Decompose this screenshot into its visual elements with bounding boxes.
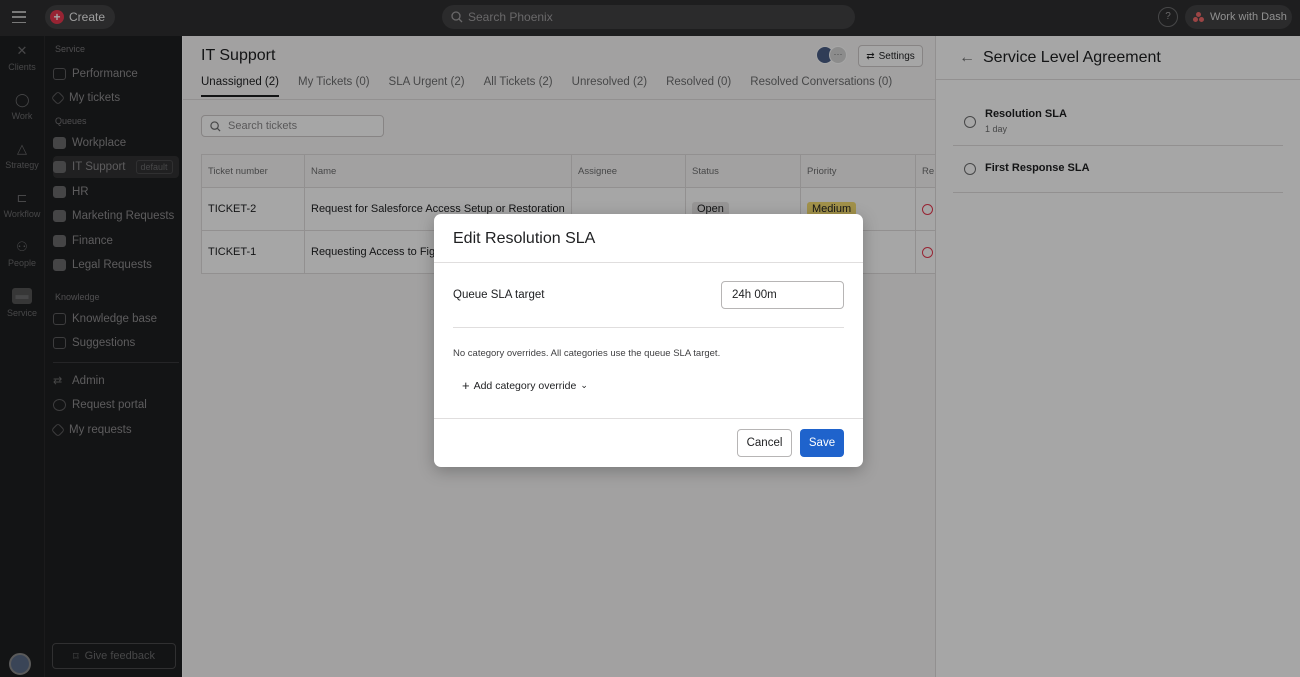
edit-sla-dialog: Edit Resolution SLA Queue SLA target No … (434, 214, 863, 467)
dialog-title: Edit Resolution SLA (453, 230, 596, 247)
divider (434, 262, 863, 263)
chevron-down-icon: ⌄ (580, 380, 588, 390)
plus-icon: + (462, 378, 470, 393)
no-overrides-text: No category overrides. All categories us… (453, 348, 721, 359)
add-override-label: Add category override (473, 379, 577, 392)
divider (453, 327, 844, 328)
save-button[interactable]: Save (800, 429, 844, 457)
divider (434, 418, 863, 419)
sla-target-input[interactable] (721, 281, 844, 309)
sla-target-label: Queue SLA target (453, 289, 545, 301)
add-category-override-button[interactable]: + Add category override ⌄ (462, 378, 588, 393)
cancel-button[interactable]: Cancel (737, 429, 792, 457)
